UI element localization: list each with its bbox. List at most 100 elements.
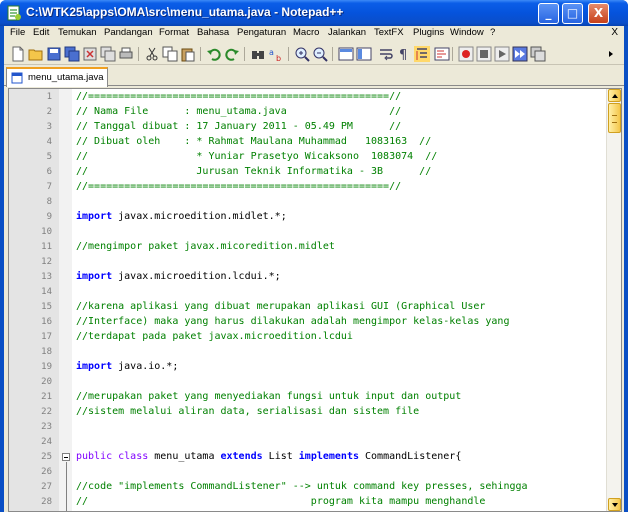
- code-token: // program kita mampu menghandle: [76, 496, 486, 507]
- code-token: //terdapat pada paket javax.microedition…: [76, 331, 353, 342]
- code-text[interactable]: // Nama File : menu_utama.java //: [76, 106, 401, 117]
- code-text[interactable]: //sistem melalui aliran data, serialisas…: [76, 406, 419, 417]
- new-file-icon[interactable]: [10, 46, 26, 62]
- title-bar[interactable]: C:\WTK25\apps\OMA\src\menu_utama.java - …: [0, 0, 628, 26]
- code-text[interactable]: // program kita mampu menghandle: [76, 496, 485, 507]
- arrow-up-icon: [612, 94, 618, 98]
- code-text[interactable]: //code "implements CommandListener" --> …: [76, 481, 528, 492]
- redo-icon[interactable]: [224, 46, 240, 62]
- line-number: 13: [41, 272, 52, 282]
- document-icon: [11, 72, 23, 84]
- menu-edit[interactable]: Edit: [33, 27, 49, 38]
- line-number: 25: [41, 452, 52, 462]
- undo-icon[interactable]: [206, 46, 222, 62]
- line-number: 8: [46, 197, 52, 207]
- menu-plugins[interactable]: Plugins: [413, 27, 444, 38]
- line-number: 24: [41, 437, 52, 447]
- replace-icon[interactable]: ab: [268, 46, 284, 62]
- menu-window[interactable]: Window: [450, 27, 484, 38]
- print-icon[interactable]: [118, 46, 134, 62]
- code-text[interactable]: // Tanggal dibuat : 17 January 2011 - 05…: [76, 121, 401, 132]
- code-line: 7 //=====================================…: [9, 180, 609, 195]
- show-all-chars-icon[interactable]: ¶: [396, 46, 412, 62]
- word-wrap-icon[interactable]: [378, 46, 394, 62]
- toolbar-separator: [138, 47, 139, 61]
- menu-textfx[interactable]: TextFX: [374, 27, 404, 38]
- code-text[interactable]: //mengimpor paket javax.micoredition.mid…: [76, 241, 335, 252]
- code-token: public class: [76, 451, 149, 462]
- code-text[interactable]: //merupakan paket yang menyediakan fungs…: [76, 391, 461, 402]
- code-line: 23: [9, 420, 609, 435]
- scroll-down-button[interactable]: [608, 498, 621, 511]
- cut-icon[interactable]: [144, 46, 160, 62]
- client-area: File Edit Temukan Pandangan Format Bahas…: [4, 26, 624, 512]
- minimize-button[interactable]: _: [538, 3, 559, 24]
- save-macro-icon[interactable]: [530, 46, 546, 62]
- line-number: 23: [41, 422, 52, 432]
- maximize-button[interactable]: □: [562, 3, 583, 24]
- save-icon[interactable]: [46, 46, 62, 62]
- toolbar-separator: [244, 47, 245, 61]
- scroll-up-button[interactable]: [608, 89, 621, 102]
- code-text[interactable]: import javax.microedition.midlet.*;: [76, 211, 287, 222]
- tab-menu-utama[interactable]: menu_utama.java: [6, 67, 108, 87]
- line-number: 20: [41, 377, 52, 387]
- code-text[interactable]: import java.io.*;: [76, 361, 178, 372]
- zoom-out-icon[interactable]: [312, 46, 328, 62]
- menu-bahasa[interactable]: Bahasa: [197, 27, 229, 38]
- code-line: 10: [9, 225, 609, 240]
- code-text[interactable]: public class menu_utama extends List imp…: [76, 451, 461, 462]
- code-token: // Tanggal dibuat : 17 January 2011 - 05…: [76, 121, 402, 132]
- code-text[interactable]: //======================================…: [76, 181, 401, 192]
- code-text[interactable]: //karena aplikasi yang dibuat merupakan …: [76, 301, 485, 312]
- code-text[interactable]: import javax.microedition.lcdui.*;: [76, 271, 281, 282]
- line-number: 2: [46, 107, 52, 117]
- sync-vertical-icon[interactable]: [338, 46, 354, 62]
- find-icon[interactable]: [250, 46, 266, 62]
- user-lang-icon[interactable]: [434, 46, 450, 62]
- copy-icon[interactable]: [162, 46, 178, 62]
- code-text[interactable]: // Jurusan Teknik Informatika - 3B //: [76, 166, 431, 177]
- indent-guide-icon[interactable]: [414, 46, 430, 62]
- code-text[interactable]: // Dibuat oleh : * Rahmat Maulana Muhamm…: [76, 136, 431, 147]
- code-line: 19 import java.io.*;: [9, 360, 609, 375]
- sync-horizontal-icon[interactable]: [356, 46, 372, 62]
- run-macro-multiple-icon[interactable]: [512, 46, 528, 62]
- code-token: import: [76, 211, 113, 222]
- save-all-icon[interactable]: [64, 46, 80, 62]
- tab-label: menu_utama.java: [28, 72, 104, 83]
- menu-file[interactable]: File: [10, 27, 25, 38]
- code-text[interactable]: //terdapat pada paket javax.microedition…: [76, 331, 353, 342]
- code-text[interactable]: //======================================…: [76, 91, 401, 102]
- menu-help[interactable]: ?: [490, 27, 495, 38]
- menu-pandangan[interactable]: Pandangan: [104, 27, 153, 38]
- menu-temukan[interactable]: Temukan: [58, 27, 97, 38]
- open-file-icon[interactable]: [28, 46, 44, 62]
- line-number: 26: [41, 467, 52, 477]
- close-button[interactable]: X: [588, 3, 609, 24]
- code-token: //Interface) maka yang harus dilakukan a…: [76, 316, 510, 327]
- scroll-thumb[interactable]: [608, 103, 621, 133]
- menu-format[interactable]: Format: [159, 27, 189, 38]
- close-all-icon[interactable]: [100, 46, 116, 62]
- menu-pengaturan[interactable]: Pengaturan: [237, 27, 286, 38]
- zoom-in-icon[interactable]: [294, 46, 310, 62]
- code-text[interactable]: //Interface) maka yang harus dilakukan a…: [76, 316, 509, 327]
- code-token: //merupakan paket yang menyediakan fungs…: [76, 391, 462, 402]
- paste-icon[interactable]: [180, 46, 196, 62]
- stop-macro-icon[interactable]: [476, 46, 492, 62]
- menu-jalankan[interactable]: Jalankan: [328, 27, 366, 38]
- close-document-button[interactable]: X: [611, 27, 618, 38]
- code-text[interactable]: // * Yuniar Prasetyo Wicaksono 1083074 /…: [76, 151, 437, 162]
- window-title: C:\WTK25\apps\OMA\src\menu_utama.java - …: [26, 5, 344, 19]
- close-file-icon[interactable]: [82, 46, 98, 62]
- code-token: //karena aplikasi yang dibuat merupakan …: [76, 301, 486, 312]
- line-number: 12: [41, 257, 52, 267]
- vertical-scrollbar[interactable]: [606, 89, 621, 511]
- code-editor[interactable]: 1 //=====================================…: [8, 88, 622, 512]
- play-macro-icon[interactable]: [494, 46, 510, 62]
- code-token: CommandListener{: [359, 451, 462, 462]
- toolbar-overflow-icon[interactable]: [606, 46, 616, 62]
- record-macro-icon[interactable]: [458, 46, 474, 62]
- menu-macro[interactable]: Macro: [293, 27, 319, 38]
